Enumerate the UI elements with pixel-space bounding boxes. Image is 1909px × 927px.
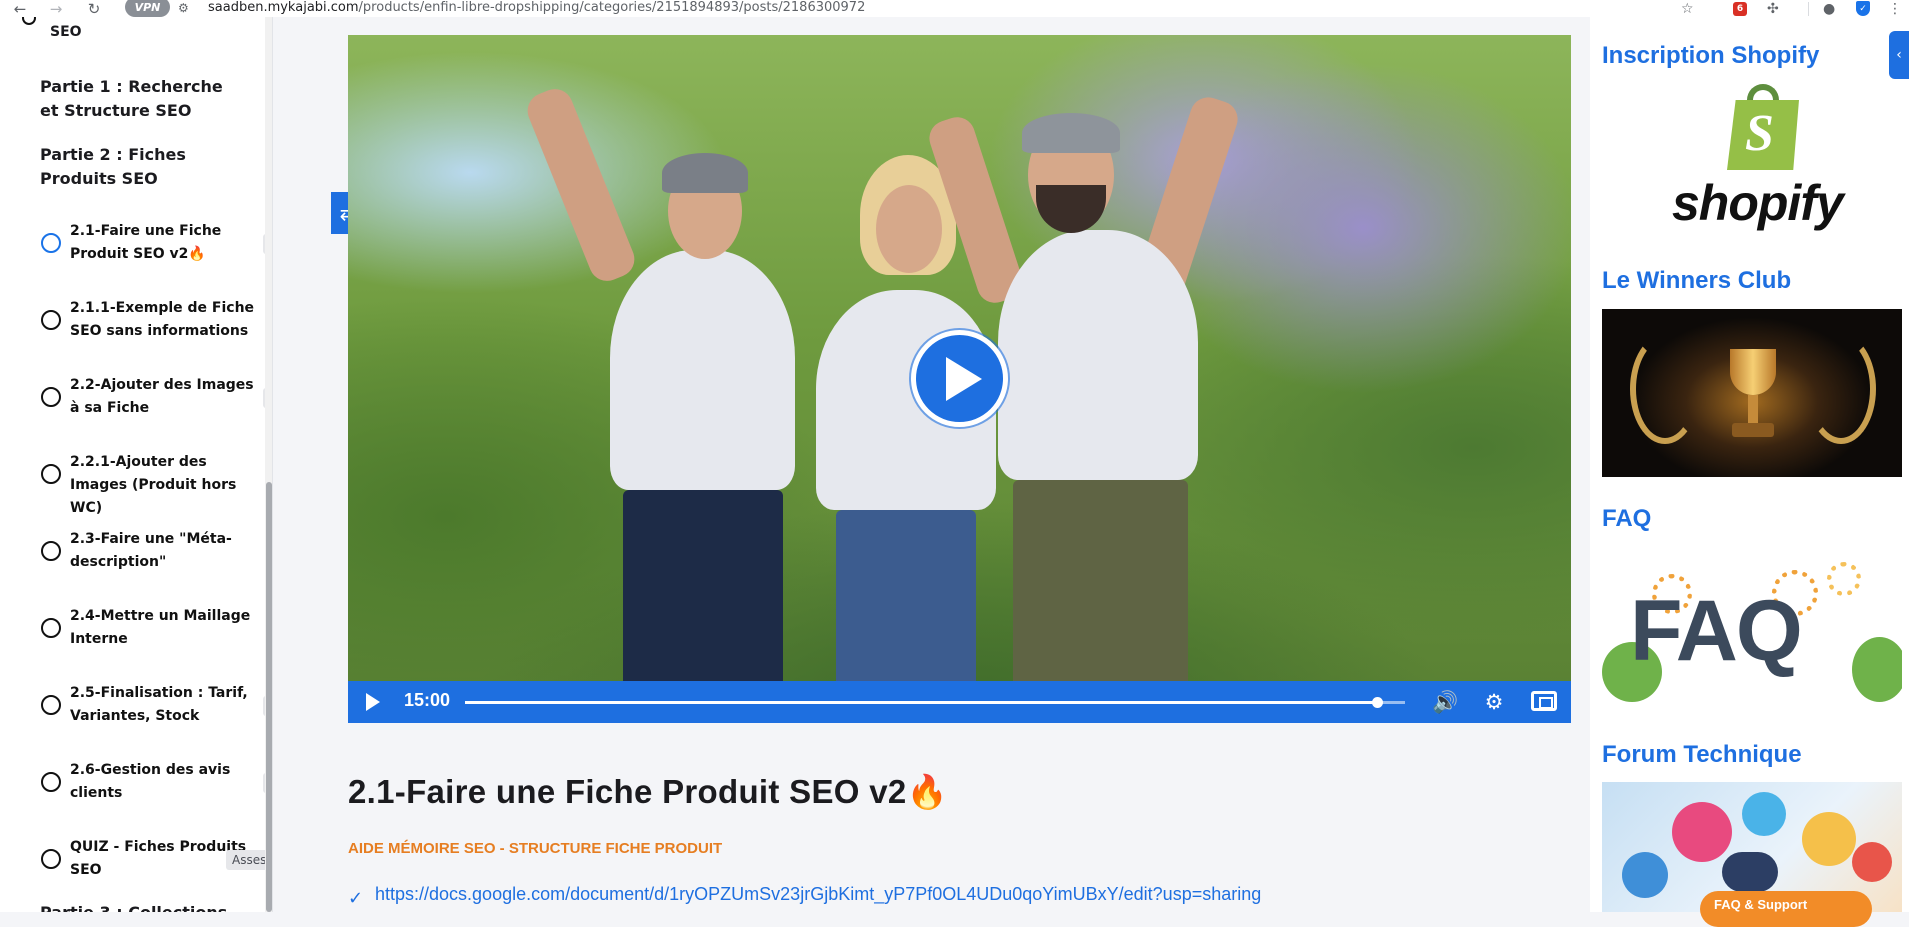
faq-image-text: FAQ [1630, 583, 1803, 679]
section-title: Partie 1 : Recherche et Structure SEO [40, 77, 223, 120]
lesson-status-circle-icon [41, 310, 61, 330]
forward-arrow-icon[interactable]: → [46, 0, 66, 18]
lesson-status-circle-icon [41, 464, 61, 484]
lesson-status-circle-icon [41, 618, 61, 638]
bookmark-star-icon[interactable]: ☆ [1681, 0, 1694, 17]
course-sidebar: SEO Partie 1 : Recherche et Structure SE… [0, 17, 273, 912]
toolbar-divider [1808, 2, 1809, 16]
lesson-title: 2.3-Faire une "Méta-description" [70, 531, 232, 570]
lesson-status-circle-icon [41, 541, 61, 561]
section-partie-2[interactable]: Partie 2 : Fiches Produits SEO › [0, 143, 272, 191]
lesson-title: 2.2.1-Ajouter des Images (Produit hors W… [70, 454, 237, 516]
shopify-bag-icon: S [1727, 84, 1799, 170]
url-domain: saadben.mykajabi.com [208, 0, 359, 15]
profile-icon[interactable]: ● [1823, 0, 1835, 17]
lesson-status-circle-icon [41, 772, 61, 792]
video-controls-bar: 15:00 🔊 ⚙ [348, 681, 1571, 723]
lesson-item[interactable]: 2.1-Faire une Fiche Produit SEO v2🔥15 mi… [0, 213, 272, 273]
lesson-item[interactable]: 2.2.1-Ajouter des Images (Produit hors W… [0, 444, 272, 516]
volume-icon[interactable]: 🔊 [1432, 689, 1458, 715]
section-partie-3[interactable]: Partie 3 : Collections SEO [0, 901, 265, 912]
lesson-item[interactable]: 2.2-Ajouter des Images à sa Fiche15 min [0, 367, 272, 427]
lesson-title: 2.1-Faire une Fiche Produit SEO v2🔥 [348, 773, 948, 810]
lesson-title: 2.5-Finalisation : Tarif, Variantes, Sto… [70, 685, 248, 724]
reload-icon[interactable]: ↻ [84, 0, 104, 18]
lesson-title: 2.4-Mettre un Maillage Interne [70, 608, 251, 647]
lesson-item[interactable]: 2.3-Faire une "Méta-description"7 min [0, 521, 272, 581]
video-progress-knob[interactable] [1371, 697, 1383, 708]
collapse-panel-tab[interactable]: ‹ [1889, 31, 1909, 79]
status-circle-icon [22, 17, 36, 25]
security-shield-icon[interactable]: ✓ [1856, 0, 1870, 17]
laurel-right-icon [1806, 334, 1876, 444]
shopify-logo-image[interactable]: S shopify [1602, 84, 1902, 262]
lesson-status-circle-icon [41, 695, 61, 715]
back-arrow-icon[interactable]: ← [10, 0, 30, 18]
sidebar-scrollbar-thumb[interactable] [266, 482, 272, 912]
lesson-status-circle-icon [41, 233, 61, 253]
url-path: /products/enfin-libre-dropshipping/categ… [358, 0, 866, 15]
section-partie-1[interactable]: Partie 1 : Recherche et Structure SEO › [0, 75, 272, 123]
video-progress-track[interactable] [465, 697, 1405, 708]
lesson-status-circle-icon [41, 849, 61, 869]
video-progress-fill [465, 701, 1377, 704]
faq-image[interactable]: FAQ [1602, 552, 1902, 712]
vpn-badge[interactable]: VPN [125, 0, 170, 17]
lesson-item[interactable]: 2.5-Finalisation : Tarif, Variantes, Sto… [0, 675, 272, 735]
fullscreen-icon[interactable] [1531, 691, 1557, 711]
right-widgets-column: Inscription Shopify S shopify Le Winners… [1590, 17, 1909, 912]
browser-toolbar: ← → ↻ VPN ⚙ saadben.mykajabi.com/product… [0, 0, 1909, 18]
section-title: Partie 2 : Fiches Produits SEO [40, 145, 186, 188]
checkmark-icon: ✓ [348, 888, 364, 909]
memo-heading: AIDE MÉMOIRE SEO - STRUCTURE FICHE PRODU… [348, 840, 723, 857]
faq-support-button[interactable]: FAQ & Support [1700, 891, 1872, 927]
settings-gear-icon[interactable]: ⚙ [1481, 689, 1507, 715]
sidebar-item-previous[interactable]: SEO [0, 17, 265, 49]
widget-heading-forum[interactable]: Forum Technique [1602, 741, 1802, 769]
lesson-title: 2.1.1-Exemple de Fiche SEO sans informat… [70, 300, 255, 339]
extension-badge-icon[interactable]: 6 [1733, 0, 1747, 17]
widget-heading-shopify[interactable]: Inscription Shopify [1602, 42, 1819, 70]
sidebar-item-label: SEO [50, 24, 82, 40]
lesson-item[interactable]: QUIZ - Fiches Produits SEOAssessment [0, 829, 272, 889]
lesson-title: 2.6-Gestion des avis clients [70, 762, 231, 801]
section-title: Partie 3 : Collections SEO [40, 901, 240, 912]
extensions-puzzle-icon[interactable]: ✣ [1767, 0, 1779, 17]
lesson-title: 2.2-Ajouter des Images à sa Fiche [70, 377, 254, 416]
trophy-icon [1730, 349, 1776, 395]
shopify-wordmark: shopify [1672, 175, 1844, 231]
play-overlay-button[interactable] [911, 330, 1008, 427]
laurel-left-icon [1630, 334, 1700, 444]
lesson-item[interactable]: 2.1.1-Exemple de Fiche SEO sans informat… [0, 290, 272, 350]
play-icon[interactable] [366, 693, 380, 711]
menu-dots-icon[interactable]: ⋮ [1888, 0, 1902, 17]
widget-heading-winners-club[interactable]: Le Winners Club [1602, 267, 1791, 295]
lesson-status-circle-icon [41, 387, 61, 407]
lesson-title: 2.1-Faire une Fiche Produit SEO v2🔥 [70, 223, 222, 262]
site-settings-icon[interactable]: ⚙ [178, 1, 189, 15]
lesson-item[interactable]: 2.6-Gestion des avis clients10 min [0, 752, 272, 812]
widget-heading-faq[interactable]: FAQ [1602, 505, 1651, 533]
video-player[interactable]: 15:00 🔊 ⚙ [348, 35, 1571, 723]
address-bar[interactable]: saadben.mykajabi.com/products/enfin-libr… [208, 0, 865, 15]
google-doc-link[interactable]: https://docs.google.com/document/d/1ryOP… [375, 884, 1261, 905]
winners-club-image[interactable] [1602, 309, 1902, 477]
lesson-item[interactable]: 2.4-Mettre un Maillage Interne7 min [0, 598, 272, 658]
video-duration: 15:00 [404, 690, 451, 710]
